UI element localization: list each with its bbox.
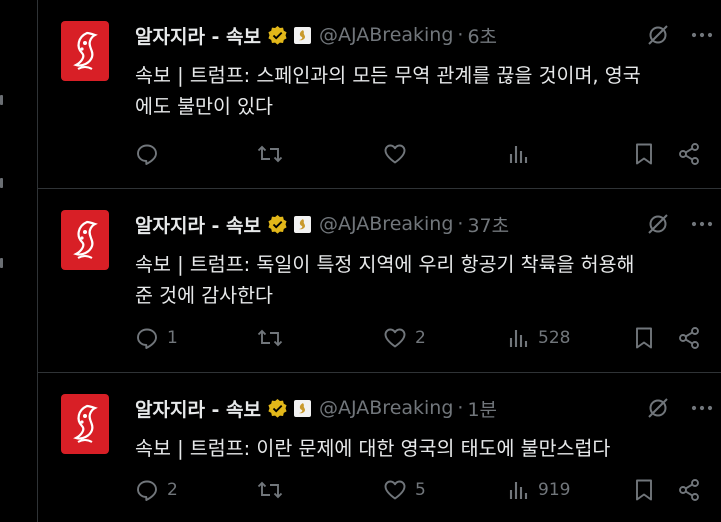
tweet-text: 속보 | 트럼프: 이란 문제에 대한 영국의 태도에 불만스럽다 <box>135 433 703 464</box>
tweet-text-line: 속보 | 트럼프: 독일이 특정 지역에 우리 항공기 착륙을 허용해 <box>135 253 635 276</box>
reply-count: 2 <box>167 480 178 500</box>
author-handle[interactable]: @AJABreaking <box>319 397 453 419</box>
gold-verified-badge-icon <box>267 398 288 419</box>
like-button[interactable]: 5 <box>383 475 426 505</box>
views-count: 528 <box>538 328 571 348</box>
gold-verified-badge-icon <box>267 214 288 235</box>
al-jazeera-logo[interactable] <box>61 21 109 81</box>
al-jazeera-affiliate-badge-icon[interactable] <box>294 399 311 417</box>
reply-count: 1 <box>167 328 178 348</box>
reply-icon <box>137 144 157 165</box>
tweet-text: 속보 | 트럼프: 스페인과의 모든 무역 관계를 끊을 것이며, 영국에도 불… <box>135 60 703 122</box>
views-chart-icon <box>509 330 528 347</box>
timeline-feed: 알자지라 - 속보 @AJABreaking · 6초 속보 | 트럼프: 스페… <box>38 0 721 522</box>
tweet-actions: 1 2 528 <box>135 323 715 353</box>
author-handle[interactable]: @AJABreaking <box>319 24 453 46</box>
bookmark-button[interactable] <box>633 323 655 353</box>
bookmark-icon <box>636 479 652 501</box>
tweet-top-actions <box>645 22 715 48</box>
views-button[interactable] <box>508 139 538 169</box>
bookmark-button[interactable] <box>633 475 655 505</box>
repost-icon <box>257 145 283 163</box>
tweet-card[interactable]: 알자지라 - 속보 @AJABreaking · 6초 속보 | 트럼프: 스페… <box>38 0 721 189</box>
like-button[interactable]: 2 <box>383 323 426 353</box>
more-dots-icon[interactable] <box>689 395 715 421</box>
views-chart-icon <box>509 146 528 163</box>
reply-button[interactable]: 2 <box>135 475 178 505</box>
author-name[interactable]: 알자지라 - 속보 <box>135 211 261 238</box>
separator-dot: · <box>457 24 464 46</box>
tweet-text-line: 속보 | 트럼프: 스페인과의 모든 무역 관계를 끊을 것이며, 영국 <box>135 64 641 87</box>
tweet-text: 속보 | 트럼프: 독일이 특정 지역에 우리 항공기 착륙을 허용해준 것에 … <box>135 249 703 311</box>
reply-button[interactable] <box>135 139 167 169</box>
bookmark-icon <box>636 327 652 349</box>
bookmark-icon <box>636 143 652 165</box>
author-name[interactable]: 알자지라 - 속보 <box>135 22 261 49</box>
grok-icon[interactable] <box>645 211 671 237</box>
reply-icon <box>137 480 157 501</box>
tweet-top-actions <box>645 395 715 421</box>
like-count: 5 <box>415 480 426 500</box>
al-jazeera-affiliate-badge-icon[interactable] <box>294 26 311 44</box>
share-button[interactable] <box>677 139 701 169</box>
timestamp[interactable]: 37초 <box>467 211 509 238</box>
reply-icon <box>137 328 157 349</box>
heart-icon <box>384 328 406 348</box>
like-count: 2 <box>415 328 426 348</box>
tweet-header: 알자지라 - 속보 @AJABreaking · 1분 <box>135 394 497 422</box>
tweet-text-line: 에도 불만이 있다 <box>135 95 273 118</box>
grok-icon[interactable] <box>645 395 671 421</box>
sidebar-edge-mark <box>0 178 3 188</box>
timestamp[interactable]: 1분 <box>467 395 497 422</box>
tweet-header: 알자지라 - 속보 @AJABreaking · 6초 <box>135 21 497 49</box>
share-icon <box>679 143 699 165</box>
tweet-header: 알자지라 - 속보 @AJABreaking · 37초 <box>135 210 509 238</box>
sidebar-edge-mark <box>0 258 3 268</box>
separator-dot: · <box>457 213 464 235</box>
repost-button[interactable] <box>257 139 291 169</box>
tweet-card[interactable]: 알자지라 - 속보 @AJABreaking · 37초 속보 | 트럼프: 독… <box>38 189 721 373</box>
al-jazeera-affiliate-badge-icon[interactable] <box>294 215 311 233</box>
share-button[interactable] <box>677 323 701 353</box>
tweet-card[interactable]: 알자지라 - 속보 @AJABreaking · 1분 속보 | 트럼프: 이란… <box>38 373 721 522</box>
tweet-actions <box>135 139 715 169</box>
heart-icon <box>384 480 406 500</box>
repost-button[interactable] <box>257 323 291 353</box>
share-icon <box>679 327 699 349</box>
tweet-text-line: 속보 | 트럼프: 이란 문제에 대한 영국의 태도에 불만스럽다 <box>135 437 611 460</box>
repost-icon <box>257 329 283 347</box>
views-button[interactable]: 919 <box>508 475 570 505</box>
tweet-top-actions <box>645 211 715 237</box>
views-count: 919 <box>538 480 571 500</box>
al-jazeera-logo[interactable] <box>61 210 109 270</box>
views-chart-icon <box>509 482 528 499</box>
grok-icon[interactable] <box>645 22 671 48</box>
author-handle[interactable]: @AJABreaking <box>319 213 453 235</box>
reply-button[interactable]: 1 <box>135 323 178 353</box>
views-button[interactable]: 528 <box>508 323 570 353</box>
author-name[interactable]: 알자지라 - 속보 <box>135 395 261 422</box>
more-dots-icon[interactable] <box>689 211 715 237</box>
sidebar-edge-mark <box>0 95 3 105</box>
sidebar-edge <box>0 0 38 522</box>
share-button[interactable] <box>677 475 701 505</box>
repost-icon <box>257 481 283 499</box>
bookmark-button[interactable] <box>633 139 655 169</box>
tweet-text-line: 준 것에 감사한다 <box>135 284 273 307</box>
al-jazeera-logo[interactable] <box>61 394 109 454</box>
share-icon <box>679 479 699 501</box>
more-dots-icon[interactable] <box>689 22 715 48</box>
timestamp[interactable]: 6초 <box>467 22 497 49</box>
separator-dot: · <box>457 397 464 419</box>
heart-icon <box>384 144 406 164</box>
repost-button[interactable] <box>257 475 291 505</box>
tweet-actions: 2 5 919 <box>135 475 715 505</box>
like-button[interactable] <box>383 139 415 169</box>
gold-verified-badge-icon <box>267 25 288 46</box>
